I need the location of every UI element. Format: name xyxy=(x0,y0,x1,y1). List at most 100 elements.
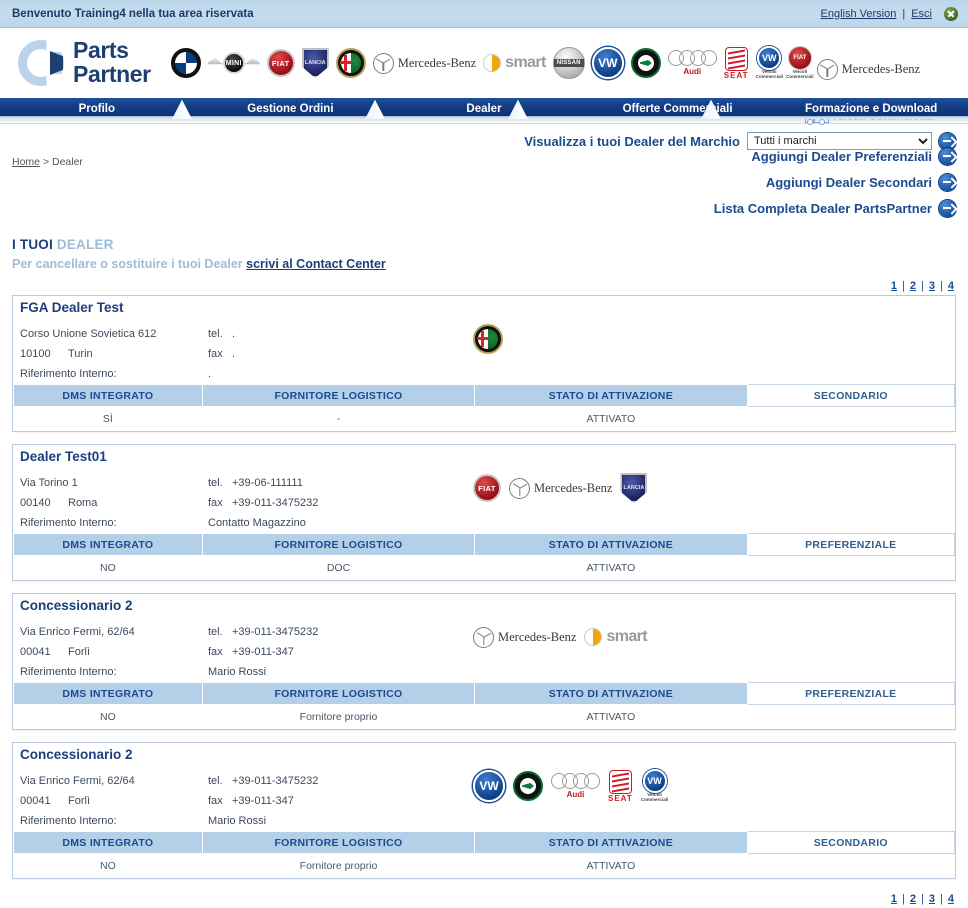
fiat-professional-icon: FIAT Veicoli Commerciali xyxy=(786,46,814,80)
dealer-tel: tel.. xyxy=(208,324,443,344)
skoda-icon xyxy=(513,771,543,801)
col-header-dms: DMS INTEGRATO xyxy=(13,533,203,556)
page-link-2[interactable]: 2 xyxy=(910,893,916,905)
go-arrow-icon[interactable] xyxy=(939,174,956,191)
seat-icon: SEAT xyxy=(724,46,749,80)
alfa-romeo-icon xyxy=(473,324,503,354)
col-header-stato: STATO DI ATTIVAZIONE xyxy=(474,384,748,407)
dealer-reference-label: Riferimento Interno: xyxy=(20,815,117,827)
page-title-light: DEALER xyxy=(56,237,114,252)
col-header-fornitore: FORNITORE LOGISTICO xyxy=(201,831,476,854)
go-arrow-icon[interactable] xyxy=(939,148,956,165)
dealer-fax: fax +39-011-347 xyxy=(208,642,443,662)
dealer-zip: 00140 xyxy=(20,497,51,509)
page-link-3[interactable]: 3 xyxy=(929,893,935,905)
marque-logo-row: MINI FIAT LANCIA Mercedes-Benz smart NIS… xyxy=(170,46,920,80)
dealer-reference-label: Riferimento Interno: xyxy=(20,368,117,380)
dealer-city-line: 00041 Forlì xyxy=(20,791,203,811)
mid-section: Home > Dealer Aggiungi Dealer Preferenzi… xyxy=(0,148,968,235)
dealer-name: Concessionario 2 xyxy=(20,598,133,613)
pagination-top: 1 | 2 | 3 | 4 xyxy=(0,271,968,295)
fax-value: +39-011-347 xyxy=(232,795,294,807)
english-version-link[interactable]: English Version xyxy=(821,8,897,20)
status-badge: PREFERENZIALE xyxy=(746,682,956,705)
action-links: Aggiungi Dealer Preferenziali Aggiungi D… xyxy=(714,148,956,217)
page-link-1[interactable]: 1 xyxy=(891,893,897,905)
table-row: SÌ - ATTIVATO xyxy=(13,406,955,431)
col-header-dms: DMS INTEGRATO xyxy=(13,831,203,854)
col-header-stato: STATO DI ATTIVAZIONE xyxy=(474,682,748,705)
dealer-name: FGA Dealer Test xyxy=(20,300,124,315)
col-header-stato: STATO DI ATTIVAZIONE xyxy=(474,831,748,854)
dealer-name: Dealer Test01 xyxy=(20,449,107,464)
status-badge: PREFERENZIALE xyxy=(746,533,956,556)
status-badge: SECONDARIO xyxy=(746,384,956,407)
fax-value: +39-011-3475232 xyxy=(232,497,319,509)
dealer-address: Via Enrico Fermi, 62/64 xyxy=(20,775,135,787)
cell-dms: NO xyxy=(13,704,203,729)
pager-separator: | xyxy=(902,280,905,292)
page-link-4[interactable]: 4 xyxy=(948,280,954,292)
welcome-message: Benvenuto Training4 nella tua area riser… xyxy=(12,7,254,20)
dealer-reference-value: . xyxy=(208,368,212,380)
nav-item-gestione-ordini[interactable]: Gestione Ordini xyxy=(194,103,388,115)
col-header-dms: DMS INTEGRATO xyxy=(13,384,203,407)
cell-stato: ATTIVATO xyxy=(474,704,748,729)
pagination-bottom: 1 | 2 | 3 | 4 xyxy=(0,891,968,908)
nav-item-offerte-commerciali[interactable]: Offerte Commerciali xyxy=(581,103,775,115)
breadcrumb-home-link[interactable]: Home xyxy=(12,156,40,168)
bmw-icon xyxy=(170,48,201,78)
page-link-2[interactable]: 2 xyxy=(910,280,916,292)
col-header-fornitore: FORNITORE LOGISTICO xyxy=(201,533,476,556)
dealer-name: Concessionario 2 xyxy=(20,747,133,762)
cell-stato: ATTIVATO xyxy=(474,853,748,878)
topbar-links: English Version | Esci xyxy=(821,6,958,21)
tel-value: +39-011-3475232 xyxy=(232,626,319,638)
fax-label: fax xyxy=(208,348,223,360)
dealer-marques: VW Audi SEAT VW Veicoli Commerciali xyxy=(443,749,955,831)
brand-strip: Parts Partner MINI FIAT LANCIA Mercedes-… xyxy=(0,28,968,125)
volkswagen-icon: VW xyxy=(591,47,624,79)
pager-separator: | xyxy=(921,893,924,905)
tel-label: tel. xyxy=(208,626,223,638)
page-link-3[interactable]: 3 xyxy=(929,280,935,292)
dealer-city: Forlì xyxy=(68,646,90,658)
go-arrow-icon[interactable] xyxy=(939,200,956,217)
dealer-reference-value: Contatto Magazzino xyxy=(208,517,306,529)
col-header-dms: DMS INTEGRATO xyxy=(13,682,203,705)
nav-item-dealer[interactable]: Dealer xyxy=(387,103,581,115)
dealer-status-table: DMS INTEGRATO FORNITORE LOGISTICO STATO … xyxy=(13,533,956,580)
close-icon[interactable] xyxy=(944,6,958,21)
smart-icon: smart xyxy=(584,628,648,646)
page-title: I TUOI DEALER xyxy=(12,237,968,252)
go-arrow-icon[interactable] xyxy=(939,132,956,150)
tel-value: . xyxy=(232,328,236,340)
add-preferred-dealers-link[interactable]: Aggiungi Dealer Preferenziali xyxy=(751,148,956,165)
cell-fornitore: Fornitore proprio xyxy=(202,704,475,729)
breadcrumb-current: Dealer xyxy=(52,156,83,168)
table-row: NO DOC ATTIVATO xyxy=(13,555,955,580)
page-link-4[interactable]: 4 xyxy=(948,893,954,905)
page-link-1[interactable]: 1 xyxy=(891,280,897,292)
parts-partner-logo[interactable]: Parts Partner xyxy=(18,39,151,86)
dealer-marques: Mercedes-Benz smart xyxy=(443,600,955,682)
fax-label: fax xyxy=(208,646,223,658)
welcome-bar: Benvenuto Training4 nella tua area riser… xyxy=(0,0,968,28)
complete-dealer-list-link[interactable]: Lista Completa Dealer PartsPartner xyxy=(714,200,956,217)
contact-center-link[interactable]: scrivi al Contact Center xyxy=(246,257,386,271)
nav-item-formazione-e-download[interactable]: Formazione e Download xyxy=(774,103,968,115)
cell-stato: ATTIVATO xyxy=(474,555,748,580)
nav-item-profilo[interactable]: Profilo xyxy=(0,103,194,115)
lancia-icon: LANCIA xyxy=(620,473,648,503)
dealer-card: Dealer Test01 Via Torino 1 00140 Roma Rif… xyxy=(12,444,956,581)
logout-link[interactable]: Esci xyxy=(911,8,932,20)
cell-empty xyxy=(747,406,955,431)
add-secondary-dealers-link[interactable]: Aggiungi Dealer Secondari xyxy=(766,174,956,191)
dealer-zip: 00041 xyxy=(20,795,51,807)
section-header: I TUOI DEALER Per cancellare o sostituir… xyxy=(0,235,968,271)
brand-name-line1: Parts xyxy=(73,37,129,64)
fiat-icon: FIAT xyxy=(266,49,295,77)
fax-value: +39-011-347 xyxy=(232,646,294,658)
dealer-city: Turin xyxy=(68,348,93,360)
col-header-fornitore: FORNITORE LOGISTICO xyxy=(201,682,476,705)
